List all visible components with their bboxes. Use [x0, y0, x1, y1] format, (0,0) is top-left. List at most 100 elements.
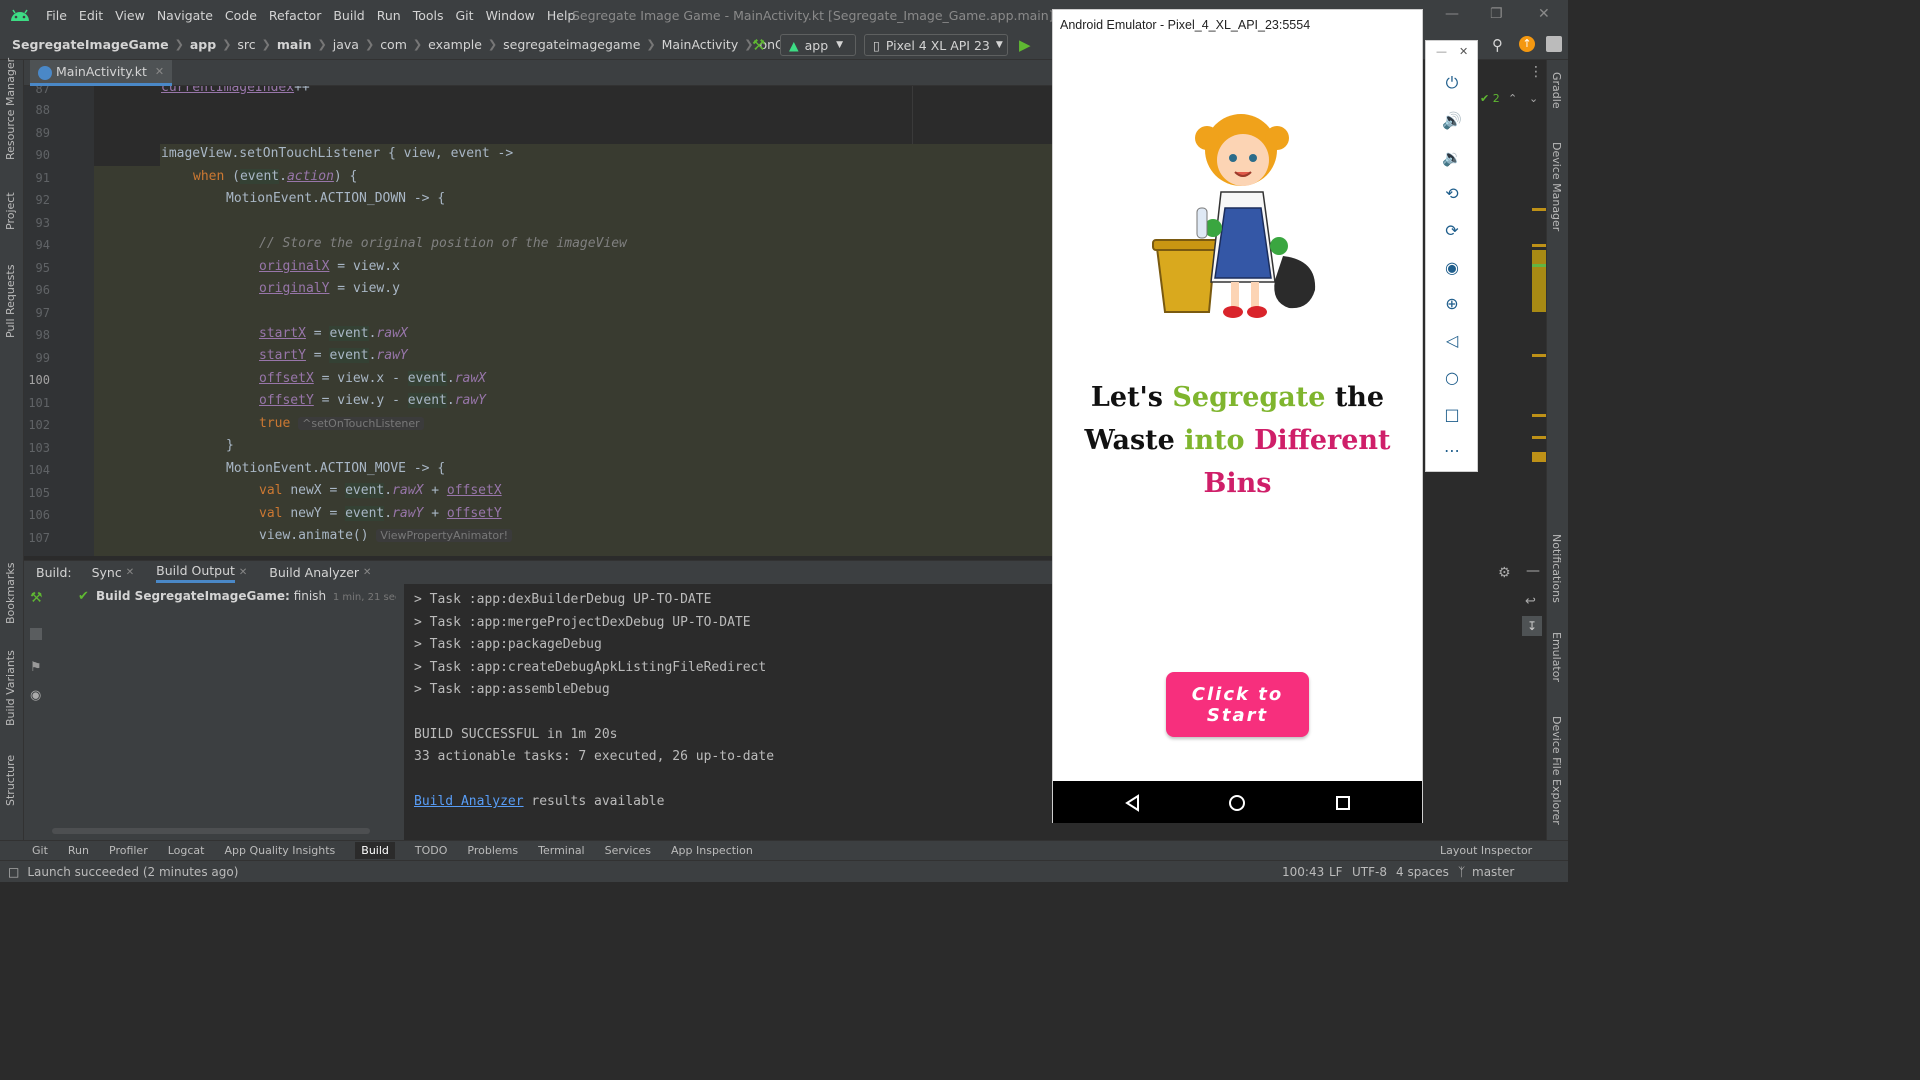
tool-build-variants[interactable]: Build Variants [4, 650, 17, 726]
tool-app-quality-insights[interactable]: App Quality Insights [224, 844, 335, 857]
crumb-src[interactable]: src [237, 37, 255, 52]
device-select[interactable]: ▯ Pixel 4 XL API 23 ▼ [864, 34, 1008, 56]
tool-problems[interactable]: Problems [467, 844, 518, 857]
back-icon[interactable]: ◁ [1440, 328, 1464, 352]
tool-terminal[interactable]: Terminal [538, 844, 585, 857]
chevron-up-icon[interactable]: ⌃ [1508, 92, 1517, 105]
menu-code[interactable]: Code [219, 8, 263, 23]
menu-tools[interactable]: Tools [407, 8, 450, 23]
tool-logcat[interactable]: Logcat [168, 844, 205, 857]
line-separator[interactable]: LF [1329, 865, 1343, 879]
crumb-com[interactable]: com [380, 37, 407, 52]
crumb-app[interactable]: app [190, 37, 216, 52]
tool-gradle[interactable]: Gradle [1550, 72, 1563, 109]
menu-navigate[interactable]: Navigate [151, 8, 219, 23]
camera-icon[interactable]: ◉ [1440, 255, 1464, 279]
more-options-icon[interactable]: ⋮ [1529, 64, 1543, 80]
tool-emulator[interactable]: Emulator [1550, 632, 1563, 682]
menu-window[interactable]: Window [480, 8, 541, 23]
stop-icon[interactable] [30, 628, 42, 640]
tool-run[interactable]: Run [68, 844, 89, 857]
rotate-right-icon[interactable]: ⟳ [1440, 218, 1464, 242]
crumb-project[interactable]: SegregateImageGame [12, 37, 169, 52]
back-icon[interactable] [1124, 794, 1142, 812]
eye-icon[interactable]: ◉ [30, 688, 41, 703]
volume-down-icon[interactable]: 🔉 [1440, 145, 1464, 169]
menu-refactor[interactable]: Refactor [263, 8, 327, 23]
maximize-icon[interactable]: ❐ [1490, 6, 1503, 22]
build-analyzer-link[interactable]: Build Analyzer [414, 794, 524, 809]
tool-device-file-explorer[interactable]: Device File Explorer [1550, 716, 1563, 825]
build-tree-item[interactable]: Build SegregateImageGame: finish 1 min, … [96, 589, 396, 603]
more-options-icon[interactable]: ⋯ [1440, 438, 1464, 462]
crumb-main[interactable]: main [277, 37, 312, 52]
rotate-left-icon[interactable]: ⟲ [1440, 181, 1464, 205]
close-tab-icon[interactable]: ✕ [239, 567, 247, 578]
tab-build-analyzer[interactable]: Build Analyzer [269, 565, 359, 580]
menu-edit[interactable]: Edit [73, 8, 109, 23]
menu-view[interactable]: View [109, 8, 151, 23]
tool-resource-manager[interactable]: Resource Manager [4, 58, 17, 160]
horizontal-scrollbar[interactable] [52, 828, 370, 834]
tab-sync[interactable]: Sync [92, 565, 122, 580]
crumb-class[interactable]: MainActivity [662, 37, 739, 52]
volume-up-icon[interactable]: 🔊 [1440, 108, 1464, 132]
zoom-icon[interactable]: ⊕ [1440, 291, 1464, 315]
power-icon[interactable]: ⏻ [1440, 71, 1464, 95]
code-editor[interactable]: 87 88 89 90 91 92 93 94 95 96 97 98 99 1… [24, 86, 1052, 556]
pin-icon[interactable]: ⚑ [30, 660, 42, 675]
git-branch[interactable]: master [1472, 865, 1514, 879]
tool-profiler[interactable]: Profiler [109, 844, 148, 857]
soft-wrap-icon[interactable]: ↩ [1525, 594, 1536, 609]
menu-git[interactable]: Git [450, 8, 480, 23]
tab-mainactivity[interactable]: MainActivity.kt ✕ [30, 60, 173, 86]
overview-icon[interactable]: □ [1440, 402, 1464, 426]
caret-position[interactable]: 100:43 [1282, 865, 1324, 879]
close-tab-icon[interactable]: ✕ [126, 567, 134, 578]
tool-layout-inspector[interactable]: Layout Inspector [1440, 844, 1532, 857]
home-icon[interactable]: ○ [1440, 365, 1464, 389]
menu-build[interactable]: Build [327, 8, 370, 23]
status-message[interactable]: Launch succeeded (2 minutes ago) [27, 865, 238, 879]
build-hammer-icon[interactable]: ⚒ [30, 590, 43, 606]
tool-pull-requests[interactable]: Pull Requests [4, 265, 17, 338]
crumb-example[interactable]: example [428, 37, 482, 52]
tool-services[interactable]: Services [605, 844, 651, 857]
emulator-minimize-icon[interactable]: — [1436, 45, 1447, 58]
click-to-start-button[interactable]: Click to Start [1166, 672, 1309, 737]
error-stripe[interactable] [1532, 200, 1546, 470]
search-icon[interactable]: ⚲ [1492, 36, 1503, 54]
build-hammer-icon[interactable]: ⚒ [752, 36, 765, 54]
home-icon[interactable] [1228, 794, 1246, 812]
gear-icon[interactable]: ⚙ [1498, 565, 1511, 581]
menu-run[interactable]: Run [371, 8, 407, 23]
crumb-package[interactable]: segregateimagegame [503, 37, 640, 52]
run-config-select[interactable]: ▲ app ▼ [780, 34, 856, 56]
hide-panel-icon[interactable]: — [1526, 563, 1540, 579]
tool-structure[interactable]: Structure [4, 755, 17, 806]
status-toggle-icon[interactable]: □ [8, 865, 19, 879]
inspection-widget[interactable]: ✔ 2 [1480, 92, 1500, 105]
tool-app-inspection[interactable]: App Inspection [671, 844, 753, 857]
indent-setting[interactable]: 4 spaces [1396, 865, 1449, 879]
avatar[interactable] [1546, 36, 1562, 52]
tool-todo[interactable]: TODO [415, 844, 448, 857]
tool-build[interactable]: Build [355, 842, 395, 859]
tool-notifications[interactable]: Notifications [1550, 534, 1563, 603]
update-icon[interactable]: ↑ [1519, 36, 1535, 52]
close-window-icon[interactable]: ✕ [1538, 6, 1550, 22]
recents-icon[interactable] [1334, 794, 1352, 812]
file-encoding[interactable]: UTF-8 [1352, 865, 1387, 879]
tab-build-output[interactable]: Build Output [156, 563, 235, 583]
tool-bookmarks[interactable]: Bookmarks [4, 563, 17, 624]
tool-project[interactable]: Project [4, 192, 17, 230]
chevron-down-icon[interactable]: ⌄ [1529, 92, 1538, 105]
emulator-close-icon[interactable]: ✕ [1459, 45, 1468, 58]
scroll-to-end-icon[interactable]: ↧ [1522, 616, 1542, 636]
run-icon[interactable]: ▶ [1019, 36, 1031, 54]
close-tab-icon[interactable]: ✕ [155, 65, 164, 78]
tool-git[interactable]: Git [32, 844, 48, 857]
crumb-java[interactable]: java [333, 37, 359, 52]
tool-device-manager[interactable]: Device Manager [1550, 142, 1563, 231]
menu-file[interactable]: File [40, 8, 73, 23]
